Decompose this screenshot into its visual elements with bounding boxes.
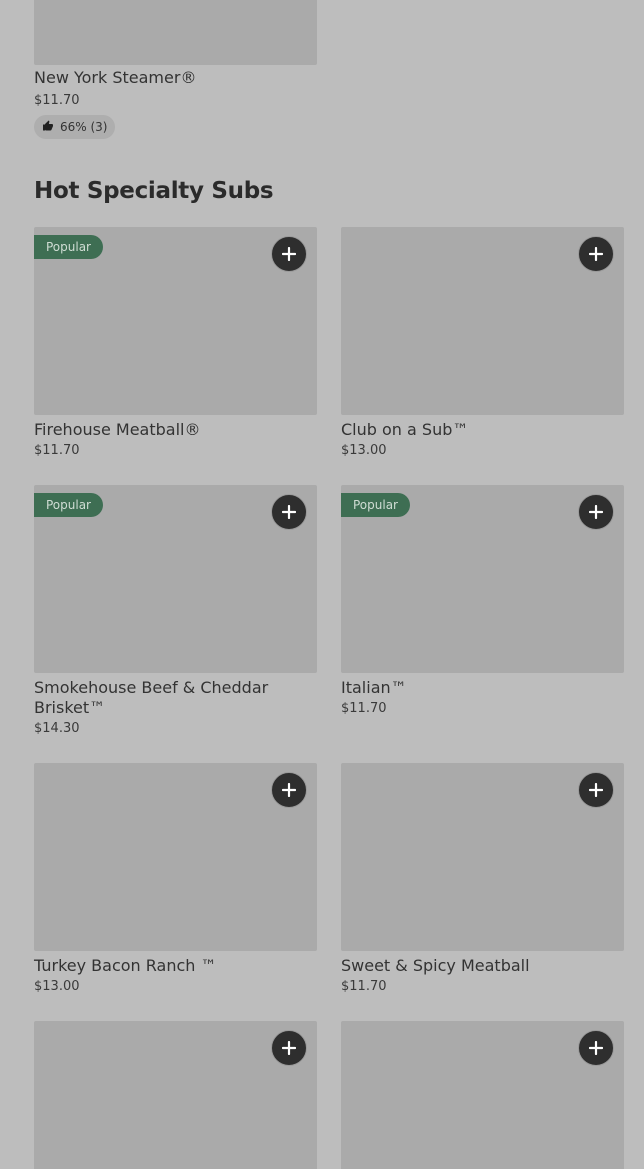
plus-icon [589, 1041, 603, 1055]
item-image[interactable] [341, 763, 624, 951]
item-price: $11.70 [341, 701, 387, 716]
plus-icon [282, 247, 296, 261]
item-price: $14.30 [34, 721, 80, 736]
popular-badge: Popular [341, 493, 410, 517]
item-name[interactable]: Turkey Bacon Ranch ™ [34, 956, 294, 976]
add-item-button[interactable] [271, 772, 307, 808]
item-image[interactable] [341, 1021, 624, 1169]
rating-badge: 66% (3) [34, 115, 116, 139]
add-item-button[interactable] [271, 236, 307, 272]
menu-item-card[interactable]: Popular Firehouse Meatball® $11.70 [34, 227, 317, 467]
item-price-new-york-steamer: $11.70 [34, 93, 80, 108]
menu-item-card[interactable]: Popular Italian™ $11.70 [341, 485, 624, 725]
add-item-button[interactable] [271, 1030, 307, 1066]
item-image-new-york-steamer[interactable] [34, 0, 317, 65]
plus-icon [589, 247, 603, 261]
item-image[interactable] [341, 227, 624, 415]
plus-icon [589, 783, 603, 797]
section-title: Hot Specialty Subs [34, 178, 274, 204]
item-price: $13.00 [341, 443, 387, 458]
item-price: $13.00 [34, 979, 80, 994]
item-name[interactable]: Firehouse Meatball® [34, 420, 294, 440]
item-image[interactable]: Popular [341, 485, 624, 673]
popular-badge: Popular [34, 235, 103, 259]
plus-icon [282, 1041, 296, 1055]
menu-item-card[interactable]: Turkey Bacon Ranch ™ $13.00 [34, 763, 317, 1003]
item-image[interactable]: Popular [34, 227, 317, 415]
menu-item-card[interactable]: Sweet & Spicy Meatball $11.70 [341, 763, 624, 1003]
thumbs-up-icon [42, 120, 54, 135]
item-price: $11.70 [341, 979, 387, 994]
item-name[interactable]: Smokehouse Beef & Cheddar Brisket™ [34, 678, 294, 718]
item-image[interactable] [34, 763, 317, 951]
plus-icon [282, 783, 296, 797]
item-image[interactable]: Popular [34, 485, 317, 673]
item-name-new-york-steamer[interactable]: New York Steamer® [34, 68, 196, 87]
add-item-button[interactable] [271, 494, 307, 530]
item-name[interactable]: Sweet & Spicy Meatball [341, 956, 601, 976]
item-name[interactable]: Club on a Sub™ [341, 420, 601, 440]
menu-item-card[interactable]: Club on a Sub™ $13.00 [341, 227, 624, 467]
item-price: $11.70 [34, 443, 80, 458]
plus-icon [589, 505, 603, 519]
add-item-button[interactable] [578, 494, 614, 530]
item-image[interactable] [34, 1021, 317, 1169]
add-item-button[interactable] [578, 772, 614, 808]
item-name[interactable]: Italian™ [341, 678, 601, 698]
menu-item-card[interactable] [34, 1021, 317, 1169]
menu-item-card[interactable]: Popular Smokehouse Beef & Cheddar Briske… [34, 485, 317, 745]
popular-badge: Popular [34, 493, 103, 517]
menu-page: New York Steamer® $11.70 66% (3) Hot Spe… [0, 0, 644, 1169]
rating-text: 66% (3) [60, 120, 108, 134]
plus-icon [282, 505, 296, 519]
add-item-button[interactable] [578, 1030, 614, 1066]
add-item-button[interactable] [578, 236, 614, 272]
menu-item-card[interactable] [341, 1021, 624, 1169]
